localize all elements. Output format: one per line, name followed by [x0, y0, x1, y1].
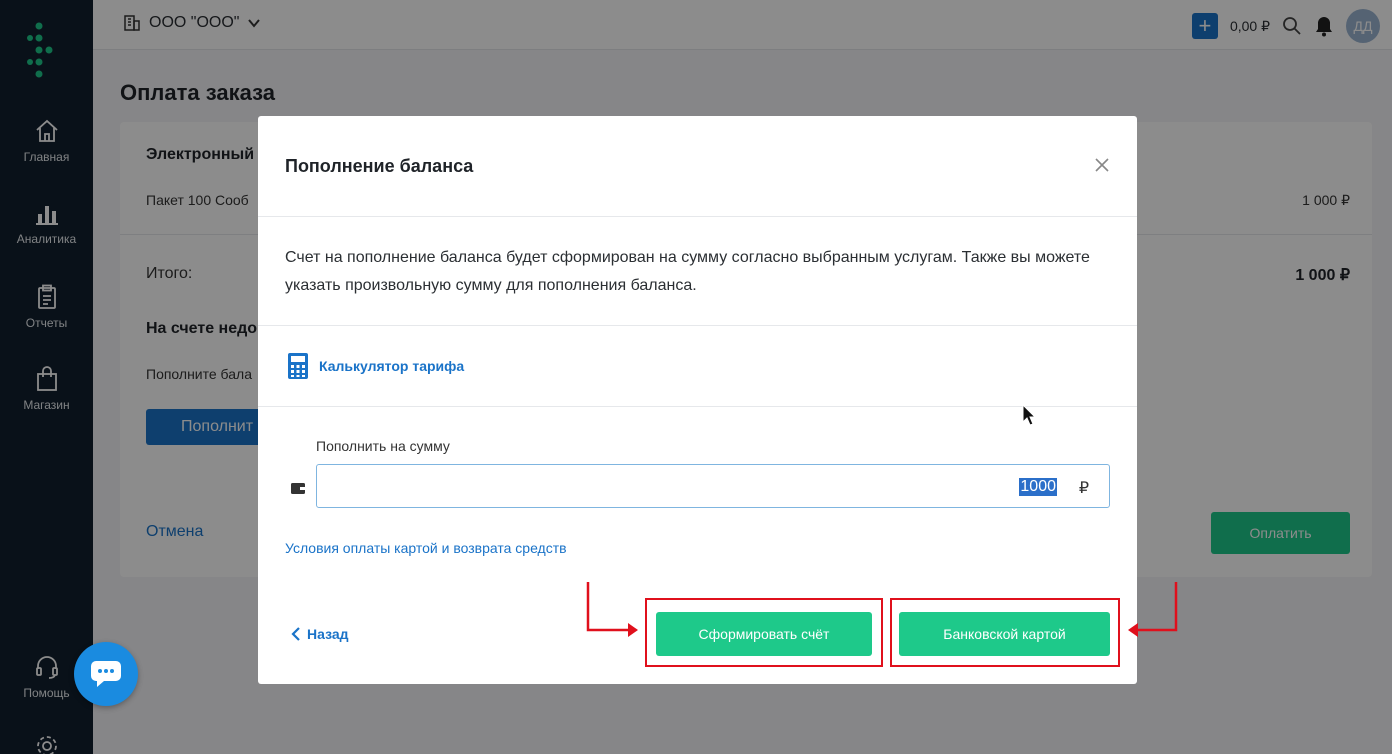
highlight-box-card [890, 598, 1120, 667]
currency-symbol: ₽ [1078, 480, 1089, 497]
calculator-link-label: Калькулятор тарифа [319, 358, 465, 374]
mouse-cursor-icon [1022, 404, 1037, 426]
calculator-icon [288, 353, 308, 379]
modal-title: Пополнение баланса [285, 156, 474, 176]
amount-input[interactable]: 1000 ₽ [316, 464, 1110, 508]
back-label: Назад [307, 626, 349, 642]
back-button[interactable]: Назад [291, 626, 349, 642]
divider [258, 216, 1137, 217]
arrow-left-icon [1128, 582, 1178, 637]
amount-value: 1000 [1019, 478, 1057, 496]
divider [258, 325, 1137, 326]
chevron-left-icon [291, 627, 300, 641]
arrow-right-icon [586, 582, 638, 637]
modal-description: Счет на пополнение баланса будет сформир… [285, 249, 1090, 294]
tariff-calculator-link[interactable]: Калькулятор тарифа [287, 352, 464, 380]
chat-button[interactable] [74, 642, 138, 706]
chat-icon [91, 661, 121, 687]
wallet-icon [291, 483, 305, 494]
payment-terms-link[interactable]: Условия оплаты картой и возврата средств [285, 540, 567, 556]
divider [258, 406, 1137, 407]
highlight-box-invoice [645, 598, 883, 667]
amount-label: Пополнить на сумму [316, 438, 450, 454]
close-icon[interactable] [1093, 156, 1111, 174]
